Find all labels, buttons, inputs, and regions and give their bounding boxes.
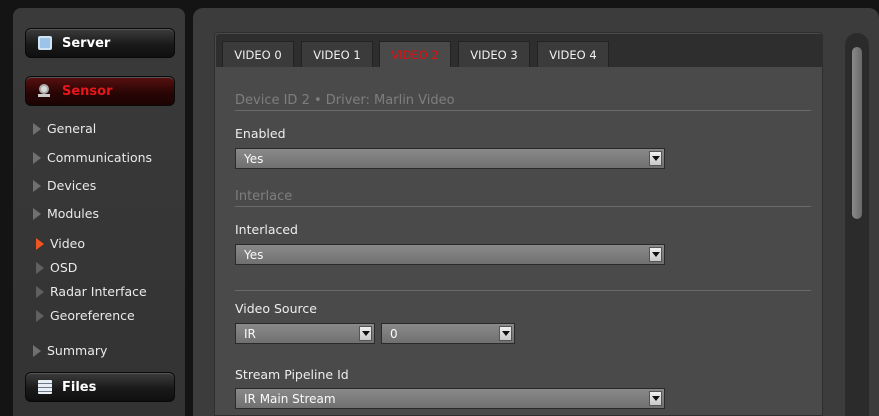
chevron-down-icon[interactable] [499, 326, 512, 341]
main-panel: VIDEO 0 VIDEO 1 VIDEO 2 VIDEO 3 VIDEO 4 … [193, 8, 879, 416]
sidebar-subitem-label: OSD [50, 260, 78, 275]
webcam-icon [38, 84, 52, 98]
sidebar-item-label: Devices [47, 178, 97, 193]
sidebar-subitem-osd[interactable]: OSD [36, 260, 77, 275]
files-label: Files [62, 379, 97, 395]
sidebar-item-label: Modules [47, 206, 99, 221]
tab-video-0[interactable]: VIDEO 0 [222, 41, 294, 67]
sidebar-subitem-radar-interface[interactable]: Radar Interface [36, 284, 147, 299]
chevron-down-icon[interactable] [359, 326, 372, 341]
video-source-select[interactable]: IR [235, 323, 375, 344]
scrollbar-thumb[interactable] [852, 47, 862, 219]
divider [235, 290, 811, 291]
document-icon [38, 380, 52, 394]
triangle-right-icon [36, 261, 44, 274]
triangle-right-icon [33, 344, 41, 357]
triangle-right-icon [36, 309, 44, 322]
monitor-icon [38, 36, 52, 50]
enabled-value: Yes [244, 151, 264, 166]
triangle-right-icon [33, 179, 41, 192]
sidebar-item-label: General [47, 121, 97, 136]
chevron-down-icon[interactable] [649, 391, 662, 406]
interlaced-value: Yes [244, 247, 264, 262]
tab-bar: VIDEO 0 VIDEO 1 VIDEO 2 VIDEO 3 VIDEO 4 [216, 34, 823, 67]
video-source-label: Video Source [235, 301, 317, 316]
chevron-down-icon[interactable] [649, 247, 662, 262]
triangle-right-icon [33, 122, 41, 135]
enabled-select[interactable]: Yes [235, 148, 665, 169]
interlaced-label: Interlaced [235, 222, 298, 237]
files-button[interactable]: Files [25, 372, 175, 402]
device-header: Device ID 2 • Driver: Marlin Video [235, 93, 811, 111]
sidebar-subitem-video[interactable]: Video [36, 236, 85, 251]
interlace-header: Interlace [235, 189, 811, 207]
triangle-right-icon [33, 151, 41, 164]
sidebar-subitem-georeference[interactable]: Georeference [36, 308, 135, 323]
sidebar-item-general[interactable]: General [33, 121, 96, 136]
triangle-right-icon [36, 285, 44, 298]
tab-video-2[interactable]: VIDEO 2 [379, 41, 451, 67]
video-source-value: IR [244, 326, 256, 341]
sidebar-item-label: Communications [47, 150, 153, 165]
sidebar-item-label: Summary [47, 343, 108, 358]
sidebar-item-summary[interactable]: Summary [33, 343, 107, 358]
settings-form: VIDEO 0 VIDEO 1 VIDEO 2 VIDEO 3 VIDEO 4 … [214, 32, 823, 416]
tab-video-1[interactable]: VIDEO 1 [301, 41, 373, 67]
sidebar-subitem-label: Radar Interface [50, 284, 147, 299]
sidebar-item-communications[interactable]: Communications [33, 150, 152, 165]
stream-pipeline-select[interactable]: IR Main Stream [235, 388, 665, 409]
video-source-index-value: 0 [390, 326, 398, 341]
triangle-right-icon [33, 207, 41, 220]
sidebar-item-devices[interactable]: Devices [33, 178, 96, 193]
stream-pipeline-label: Stream Pipeline Id [235, 367, 349, 382]
sidebar-item-modules[interactable]: Modules [33, 206, 99, 221]
triangle-right-icon [36, 237, 44, 250]
server-button[interactable]: Server [25, 28, 175, 58]
interlaced-select[interactable]: Yes [235, 244, 665, 265]
sidebar-subitem-label: Georeference [50, 308, 135, 323]
stream-pipeline-value: IR Main Stream [244, 391, 336, 406]
tab-video-3[interactable]: VIDEO 3 [458, 41, 530, 67]
sensor-label: Sensor [62, 83, 113, 99]
chevron-down-icon[interactable] [649, 151, 662, 166]
sidebar: Server Sensor General Communications Dev… [13, 8, 185, 416]
enabled-label: Enabled [235, 126, 286, 141]
scrollbar[interactable] [845, 33, 869, 416]
sensor-button[interactable]: Sensor [25, 76, 175, 106]
server-label: Server [62, 35, 111, 51]
sidebar-subitem-label: Video [50, 236, 86, 251]
tab-video-4[interactable]: VIDEO 4 [537, 41, 609, 67]
video-source-index-select[interactable]: 0 [381, 323, 515, 344]
